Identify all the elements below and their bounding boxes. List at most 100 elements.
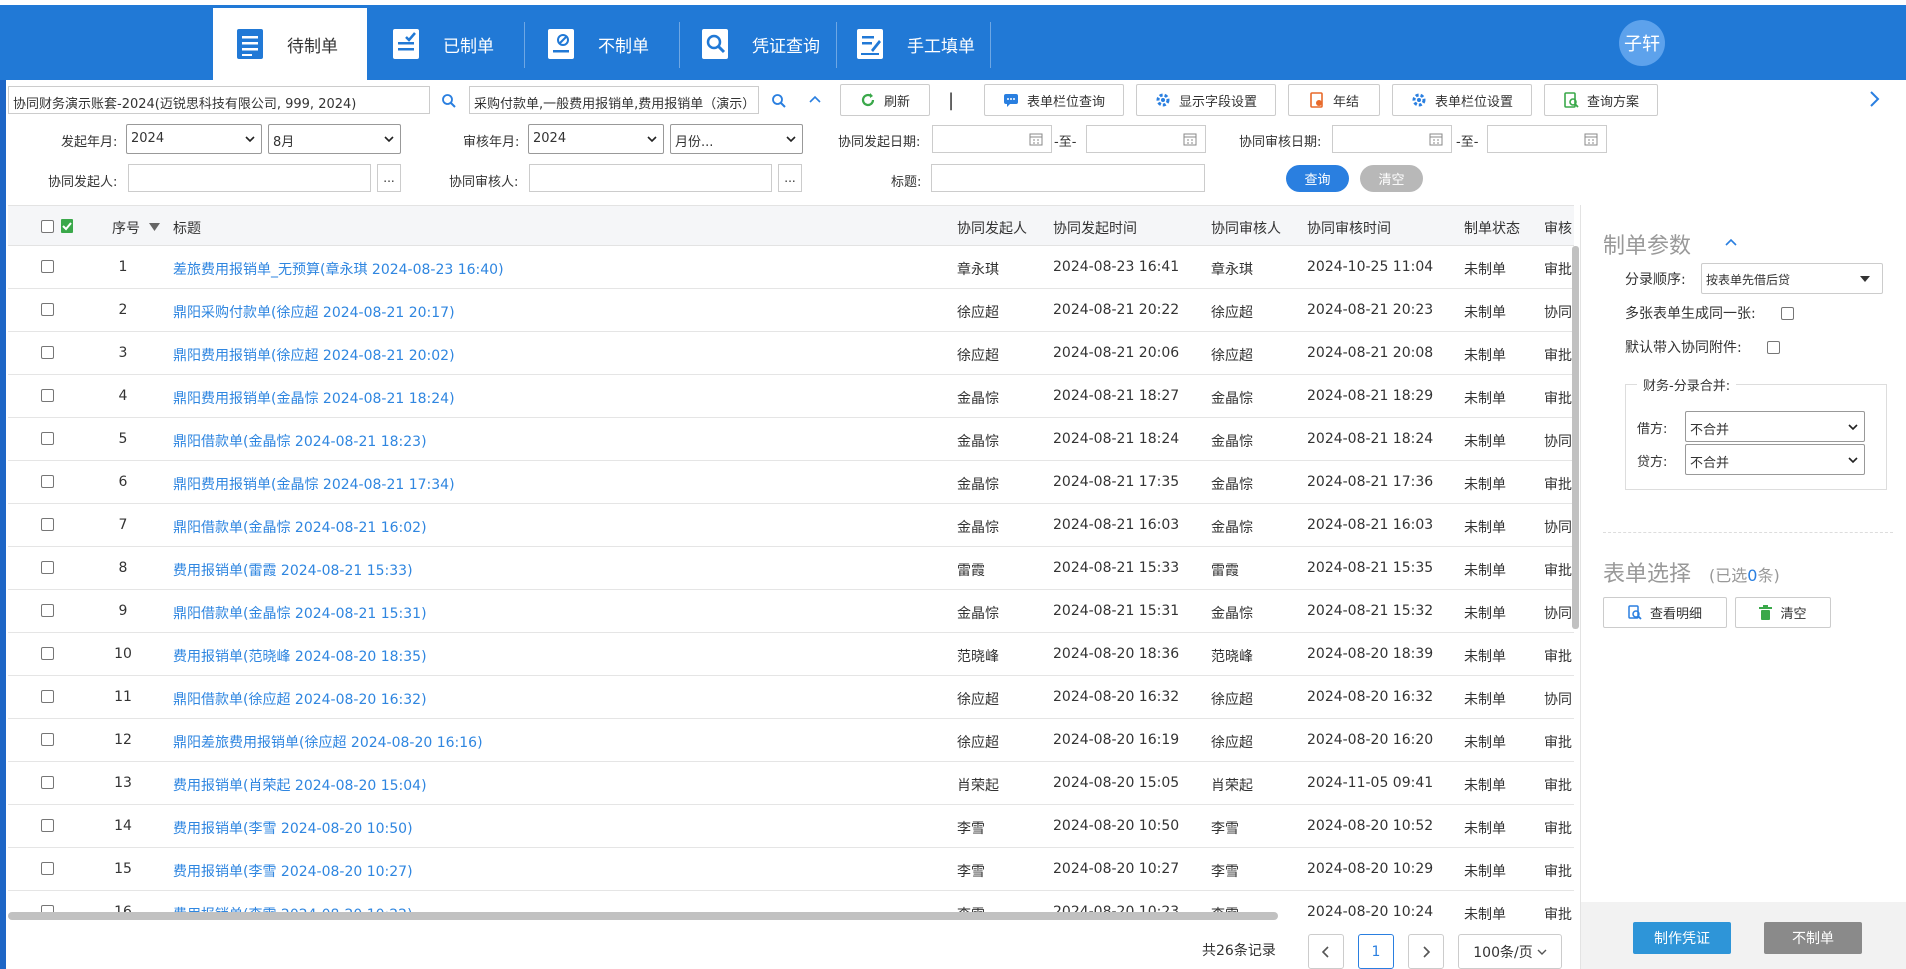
cell-title[interactable]: 鼎阳费用报销单(金晶悰 2024-08-21 18:24) — [173, 388, 455, 408]
horizontal-scrollbar[interactable] — [8, 912, 1278, 920]
multi-form-checkbox[interactable] — [1781, 307, 1794, 320]
cell-title[interactable]: 费用报销单(雷霞 2024-08-21 15:33) — [173, 560, 413, 580]
table-row[interactable]: 9 鼎阳借款单(金晶悰 2024-08-21 15:31) 金晶悰 2024-08-2… — [8, 590, 1574, 633]
table-row[interactable]: 6 鼎阳费用报销单(金晶悰 2024-08-21 17:34) 金晶悰 2024-08… — [8, 461, 1574, 504]
table-row[interactable]: 3 鼎阳费用报销单(徐应超 2024-08-21 20:02) 徐应超 2024-08… — [8, 332, 1574, 375]
row-checkbox[interactable] — [41, 518, 54, 531]
row-checkbox[interactable] — [41, 647, 54, 660]
check-document-icon[interactable] — [60, 218, 74, 234]
form-type-select[interactable]: 采购付款单,一般费用报销单,费用报销单（演示） — [469, 86, 759, 114]
row-checkbox[interactable] — [41, 432, 54, 445]
col-audit-header[interactable]: 审核 — [1544, 218, 1572, 238]
start-year-select[interactable]: 2024 — [126, 124, 262, 154]
form-field-query-button[interactable]: 表单栏位查询 — [984, 84, 1124, 116]
initiator-input[interactable] — [128, 164, 371, 192]
search-icon[interactable] — [771, 93, 787, 109]
tab-voucher-query[interactable]: 凭证查询 — [698, 8, 820, 80]
tab-done[interactable]: 已制单 — [389, 8, 494, 80]
refresh-button[interactable]: 刷新 — [840, 84, 930, 116]
account-select[interactable]: 协同财务演示账套-2024(迈锐思科技有限公司, 999, 2024) — [8, 86, 430, 114]
col-initiator-header[interactable]: 协同发起人 — [957, 218, 1027, 238]
display-field-settings-button[interactable]: 显示字段设置 — [1136, 84, 1276, 116]
view-detail-button[interactable]: 查看明细 — [1603, 597, 1727, 628]
form-field-settings-button[interactable]: 表单栏位设置 — [1392, 84, 1532, 116]
table-row[interactable]: 8 费用报销单(雷霞 2024-08-21 15:33) 雷霞 2024-08-21 … — [8, 547, 1574, 590]
start-month-select[interactable]: 8月 — [268, 124, 401, 154]
chevron-right-icon[interactable] — [1866, 88, 1884, 110]
auditor-input[interactable] — [529, 164, 772, 192]
row-checkbox[interactable] — [41, 819, 54, 832]
search-icon[interactable] — [441, 93, 457, 109]
row-checkbox[interactable] — [41, 475, 54, 488]
start-date-to-input[interactable] — [1086, 125, 1206, 153]
prev-page-button[interactable] — [1308, 934, 1344, 969]
collapse-chevron-up-icon[interactable] — [1725, 237, 1737, 247]
tab-manual-entry[interactable]: 手工填单 — [853, 8, 975, 80]
cell-title[interactable]: 鼎阳借款单(金晶悰 2024-08-21 15:31) — [173, 603, 427, 623]
attach-checkbox[interactable] — [1767, 341, 1780, 354]
row-checkbox[interactable] — [41, 690, 54, 703]
cell-title[interactable]: 鼎阳费用报销单(徐应超 2024-08-21 20:02) — [173, 345, 455, 365]
user-avatar[interactable]: 子轩 — [1619, 20, 1665, 66]
table-row[interactable]: 1 差旅费用报销单_无预算(章永琪 2024-08-23 16:40) 章永琪 202… — [8, 246, 1574, 289]
table-row[interactable]: 5 鼎阳借款单(金晶悰 2024-08-21 18:23) 金晶悰 2024-08-2… — [8, 418, 1574, 461]
query-button[interactable]: 查询 — [1286, 165, 1349, 192]
row-checkbox[interactable] — [41, 604, 54, 617]
table-row[interactable]: 12 鼎阳差旅费用报销单(徐应超 2024-08-20 16:16) 徐应超 2024… — [8, 719, 1574, 762]
cell-title[interactable]: 鼎阳借款单(金晶悰 2024-08-21 18:23) — [173, 431, 427, 451]
tab-skip[interactable]: 不制单 — [544, 8, 649, 80]
page-size-select[interactable]: 100条/页 — [1458, 934, 1562, 969]
cell-title[interactable]: 费用报销单(李雪 2024-08-20 10:50) — [173, 818, 413, 838]
row-checkbox[interactable] — [41, 389, 54, 402]
next-page-button[interactable] — [1408, 934, 1444, 969]
row-checkbox[interactable] — [41, 303, 54, 316]
row-checkbox[interactable] — [41, 862, 54, 875]
cell-title[interactable]: 费用报销单(肖荣起 2024-08-20 15:04) — [173, 775, 427, 795]
collapse-chevron-up-icon[interactable] — [807, 92, 823, 108]
cell-title[interactable]: 费用报销单(范晓峰 2024-08-20 18:35) — [173, 646, 427, 666]
entry-order-select[interactable]: 按表单先借后贷 — [1701, 263, 1883, 294]
audit-month-select[interactable]: 月份... — [670, 124, 803, 154]
year-end-button[interactable]: 年结 — [1288, 84, 1380, 116]
current-page[interactable]: 1 — [1358, 934, 1394, 969]
debit-merge-select[interactable]: 不合并 — [1685, 411, 1865, 442]
row-checkbox[interactable] — [41, 733, 54, 746]
audit-year-select[interactable]: 2024 — [528, 124, 664, 154]
no-voucher-button[interactable]: 不制单 — [1764, 922, 1862, 954]
initiator-picker-button[interactable]: ... — [377, 164, 401, 192]
cell-title[interactable]: 鼎阳借款单(金晶悰 2024-08-21 16:02) — [173, 517, 427, 537]
col-no-header[interactable]: 序号 — [112, 218, 140, 238]
table-row[interactable]: 11 鼎阳借款单(徐应超 2024-08-20 16:32) 徐应超 2024-08-… — [8, 676, 1574, 719]
cell-title[interactable]: 鼎阳采购付款单(徐应超 2024-08-21 20:17) — [173, 302, 455, 322]
make-voucher-button[interactable]: 制作凭证 — [1633, 922, 1731, 954]
col-auditor-header[interactable]: 协同审核人 — [1211, 218, 1281, 238]
credit-merge-select[interactable]: 不合并 — [1685, 444, 1865, 475]
audit-date-from-input[interactable] — [1332, 125, 1452, 153]
auditor-picker-button[interactable]: ... — [778, 164, 802, 192]
table-row[interactable]: 10 费用报销单(范晓峰 2024-08-20 18:35) 范晓峰 2024-08-… — [8, 633, 1574, 676]
clear-selection-button[interactable]: 清空 — [1735, 597, 1831, 628]
row-checkbox[interactable] — [41, 346, 54, 359]
table-row[interactable]: 13 费用报销单(肖荣起 2024-08-20 15:04) 肖荣起 2024-08-… — [8, 762, 1574, 805]
title-filter-input[interactable] — [931, 164, 1205, 192]
sort-desc-icon[interactable] — [149, 223, 160, 231]
query-scheme-button[interactable]: 查询方案 — [1544, 84, 1658, 116]
row-checkbox[interactable] — [41, 776, 54, 789]
col-title-header[interactable]: 标题 — [173, 218, 201, 238]
row-checkbox[interactable] — [41, 561, 54, 574]
table-row[interactable]: 4 鼎阳费用报销单(金晶悰 2024-08-21 18:24) 金晶悰 2024-08… — [8, 375, 1574, 418]
table-row[interactable]: 2 鼎阳采购付款单(徐应超 2024-08-21 20:17) 徐应超 2024-08… — [8, 289, 1574, 332]
col-audit-time-header[interactable]: 协同审核时间 — [1307, 218, 1391, 238]
cell-title[interactable]: 鼎阳费用报销单(金晶悰 2024-08-21 17:34) — [173, 474, 455, 494]
clear-filter-button[interactable]: 清空 — [1360, 165, 1423, 192]
select-all-checkbox[interactable] — [41, 220, 54, 233]
table-row[interactable]: 14 费用报销单(李雪 2024-08-20 10:50) 李雪 2024-08-20… — [8, 805, 1574, 848]
col-status-header[interactable]: 制单状态 — [1464, 218, 1520, 238]
table-row[interactable]: 7 鼎阳借款单(金晶悰 2024-08-21 16:02) 金晶悰 2024-08-2… — [8, 504, 1574, 547]
cell-title[interactable]: 差旅费用报销单_无预算(章永琪 2024-08-23 16:40) — [173, 259, 504, 279]
cell-title[interactable]: 鼎阳借款单(徐应超 2024-08-20 16:32) — [173, 689, 427, 709]
cell-title[interactable]: 费用报销单(李雪 2024-08-20 10:27) — [173, 861, 413, 881]
cell-title[interactable]: 鼎阳差旅费用报销单(徐应超 2024-08-20 16:16) — [173, 732, 483, 752]
row-checkbox[interactable] — [41, 260, 54, 273]
vertical-scrollbar[interactable] — [1572, 246, 1579, 629]
